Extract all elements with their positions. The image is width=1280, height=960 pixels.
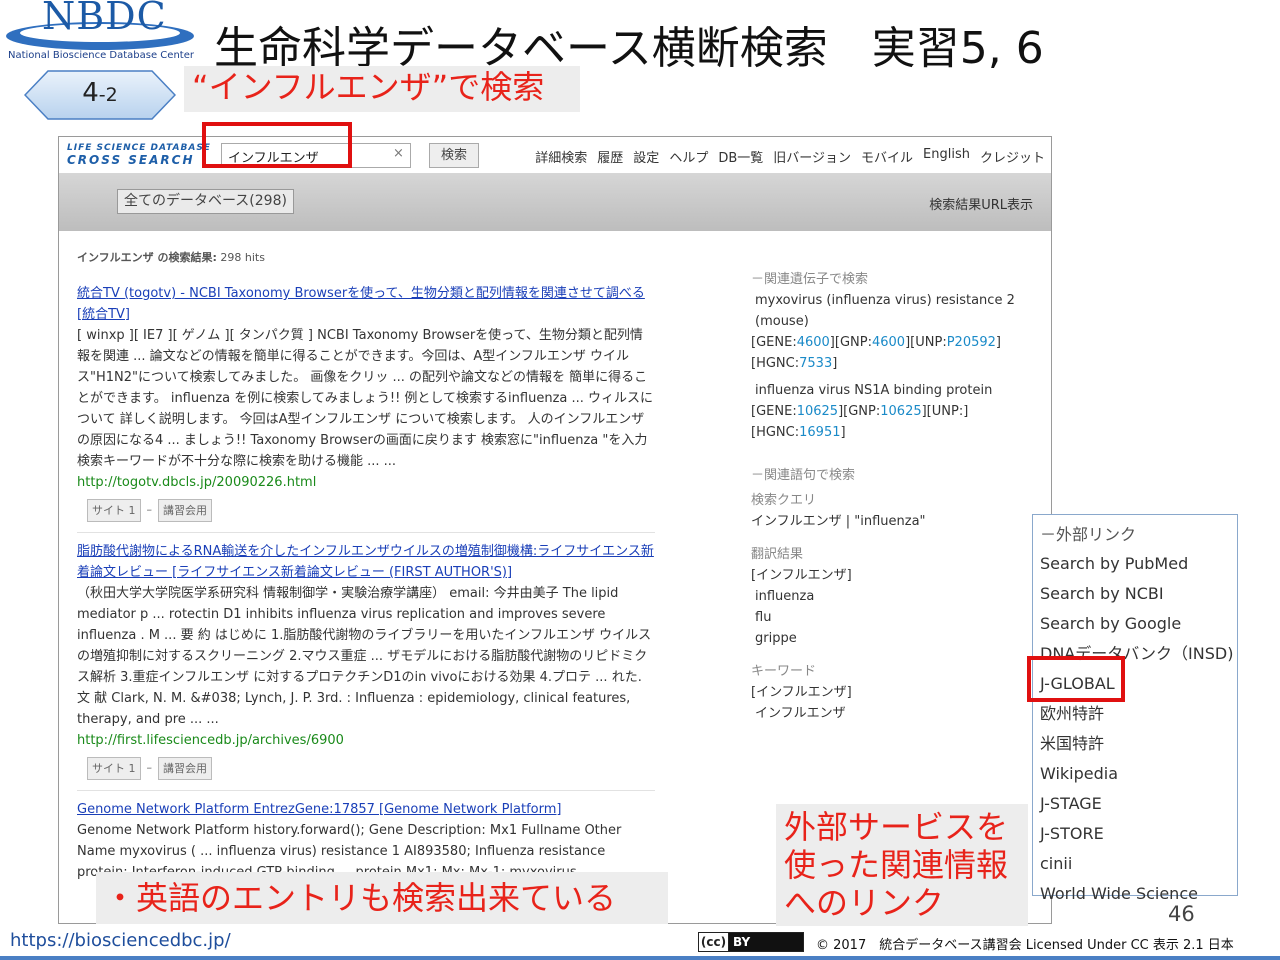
translation-label: 翻訳結果	[751, 547, 804, 562]
jglobal-highlight-box	[1027, 656, 1125, 702]
keyword-item[interactable]: インフルエンザ	[751, 703, 1033, 724]
footer-url[interactable]: https://biosciencedbc.jp/	[10, 930, 231, 951]
divider	[77, 790, 655, 791]
ext-link-jstore[interactable]: J-STORE	[1040, 819, 1237, 849]
result-title-link[interactable]: 統合TV (togotv) - NCBI Taxonomy Browserを使っ…	[77, 283, 655, 325]
gene-id-link[interactable]: 10625	[797, 404, 838, 419]
cc-icon: (cc)	[699, 933, 729, 951]
translation-item[interactable]: flu	[751, 607, 1033, 628]
result-tags: サイト 1 – 講習会用	[87, 757, 655, 780]
result-url[interactable]: http://togotv.dbcls.jp/20090226.html	[77, 472, 655, 493]
translation-item[interactable]: grippe	[751, 628, 1033, 649]
ext-link-pubmed[interactable]: Search by PubMed	[1040, 549, 1237, 579]
english-entries-callout: ・英語のエントリも検索出来ている	[96, 872, 668, 924]
ext-link-ncbi[interactable]: Search by NCBI	[1040, 579, 1237, 609]
result-item: Genome Network Platform EntrezGene:17857…	[77, 799, 655, 883]
cross-search-logo[interactable]: LIFE SCIENCE DATABASE CROSS SEARCH	[67, 142, 211, 166]
tag-site[interactable]: サイト 1	[87, 757, 141, 780]
ext-link-us-patent[interactable]: 米国特許	[1040, 729, 1237, 759]
tag-separator: –	[146, 761, 153, 774]
result-item: 脂肪酸代謝物によるRNA輸送を介したインフルエンザウイルスの増殖制御機構:ライフ…	[77, 541, 655, 780]
gene-ids: [GENE:10625][GNP:10625][UNP:] [HGNC:16951…	[751, 404, 969, 440]
show-result-url-link[interactable]: 検索結果URL表示	[929, 194, 1033, 213]
gnp-id-link[interactable]: 4600	[872, 335, 905, 350]
external-links-panel: －外部リンク Search by PubMed Search by NCBI S…	[1032, 514, 1238, 903]
result-snippet: （秋田大学大学院医学系研究科 情報制御学・実験治療学講座） email: 今井由…	[77, 586, 652, 727]
related-genes-header[interactable]: －関連遺伝子で検索	[751, 269, 1033, 290]
tag-course[interactable]: 講習会用	[158, 499, 212, 522]
tag-site[interactable]: サイト 1	[87, 499, 141, 522]
result-item: 統合TV (togotv) - NCBI Taxonomy Browserを使っ…	[77, 283, 655, 522]
ext-link-cinii[interactable]: cinii	[1040, 849, 1237, 879]
ext-link-jstage[interactable]: J-STAGE	[1040, 789, 1237, 819]
translation-head[interactable]: [インフルエンザ]	[751, 565, 1033, 586]
tag-separator: –	[146, 503, 153, 516]
ext-link-worldwidescience[interactable]: World Wide Science	[1040, 879, 1237, 909]
nav-mobile[interactable]: モバイル	[861, 147, 913, 166]
translation-item[interactable]: influenza	[751, 586, 1033, 607]
hgnc-id-link[interactable]: 7533	[799, 356, 832, 371]
step-tag: 4-2	[24, 70, 176, 120]
tag-course[interactable]: 講習会用	[158, 757, 212, 780]
nav-english[interactable]: English	[923, 147, 970, 166]
nav-help[interactable]: ヘルプ	[669, 147, 708, 166]
external-services-callout: 外部サービスを 使った関連情報 へのリンク	[776, 804, 1028, 926]
unp-id-link[interactable]: P20592	[947, 335, 996, 350]
query-label: 検索クエリ	[751, 493, 817, 508]
license-text: © 2017 統合データベース講習会 Licensed Under CC 表示 …	[816, 938, 1234, 953]
all-databases-button[interactable]: 全てのデータベース(298)	[117, 189, 294, 214]
nav-advanced-search[interactable]: 詳細検索	[535, 147, 587, 166]
keyword-head[interactable]: [インフルエンザ]	[751, 682, 1033, 703]
footer-rule	[0, 956, 1280, 960]
ext-link-google[interactable]: Search by Google	[1040, 609, 1237, 639]
ext-link-wikipedia[interactable]: Wikipedia	[1040, 759, 1237, 789]
result-tags: サイト 1 – 講習会用	[87, 499, 655, 522]
nav-old-version[interactable]: 旧バージョン	[773, 147, 851, 166]
gene-name: myxovirus (influenza virus) resistance 2…	[755, 293, 1015, 329]
ext-link-ep-patent[interactable]: 欧州特許	[1040, 699, 1237, 729]
external-links-header[interactable]: －外部リンク	[1040, 521, 1237, 545]
gene-name: influenza virus NS1A binding protein	[755, 383, 993, 398]
nav-history[interactable]: 履歴	[597, 147, 623, 166]
search-highlight-box	[202, 122, 352, 168]
related-sidebar: －関連遺伝子で検索 myxovirus (influenza virus) re…	[751, 269, 1033, 724]
nav-credit[interactable]: クレジット	[980, 147, 1045, 166]
nbdc-wordmark: NBDC	[42, 0, 167, 38]
gnp-id-link[interactable]: 10625	[880, 404, 921, 419]
nbdc-logo: NBDC National Bioscience Database Center	[2, 0, 198, 66]
hgnc-id-link[interactable]: 16951	[799, 425, 840, 440]
related-terms-header[interactable]: －関連語句で検索	[751, 465, 1033, 486]
by-icon: BY	[729, 933, 803, 951]
gene-id-link[interactable]: 4600	[797, 335, 830, 350]
cc-by-badge: (cc) BY	[698, 932, 804, 952]
page-number: 46	[1168, 902, 1195, 926]
result-title-link[interactable]: 脂肪酸代謝物によるRNA輸送を介したインフルエンザウイルスの増殖制御機構:ライフ…	[77, 541, 655, 583]
keyword-label: キーワード	[751, 664, 817, 679]
nav-settings[interactable]: 設定	[633, 147, 659, 166]
results-list: インフルエンザ の検索結果: 298 hits 統合TV (togotv) - …	[77, 249, 655, 891]
top-nav: 詳細検索 履歴 設定 ヘルプ DB一覧 旧バージョン モバイル English …	[535, 147, 1045, 166]
hits-summary: インフルエンザ の検索結果: 298 hits	[77, 251, 265, 264]
nav-db-list[interactable]: DB一覧	[718, 147, 763, 166]
nbdc-subtitle: National Bioscience Database Center	[8, 50, 194, 61]
result-title-link[interactable]: Genome Network Platform EntrezGene:17857…	[77, 799, 655, 820]
query-value: インフルエンザ | "influenza"	[751, 514, 926, 529]
result-url[interactable]: http://first.lifesciencedb.jp/archives/6…	[77, 730, 655, 751]
gene-ids: [GENE:4600][GNP:4600][UNP:P20592] [HGNC:7…	[751, 335, 1001, 371]
step-tag-label: 4-2	[82, 78, 118, 108]
step-caption: “インフルエンザ”で検索	[184, 66, 580, 112]
divider	[77, 532, 655, 533]
clear-icon[interactable]: ×	[393, 146, 404, 161]
search-button[interactable]: 検索	[429, 143, 479, 168]
result-snippet: [ winxp ][ IE7 ][ ゲノム ][ タンパク質 ] NCBI Ta…	[77, 328, 654, 469]
